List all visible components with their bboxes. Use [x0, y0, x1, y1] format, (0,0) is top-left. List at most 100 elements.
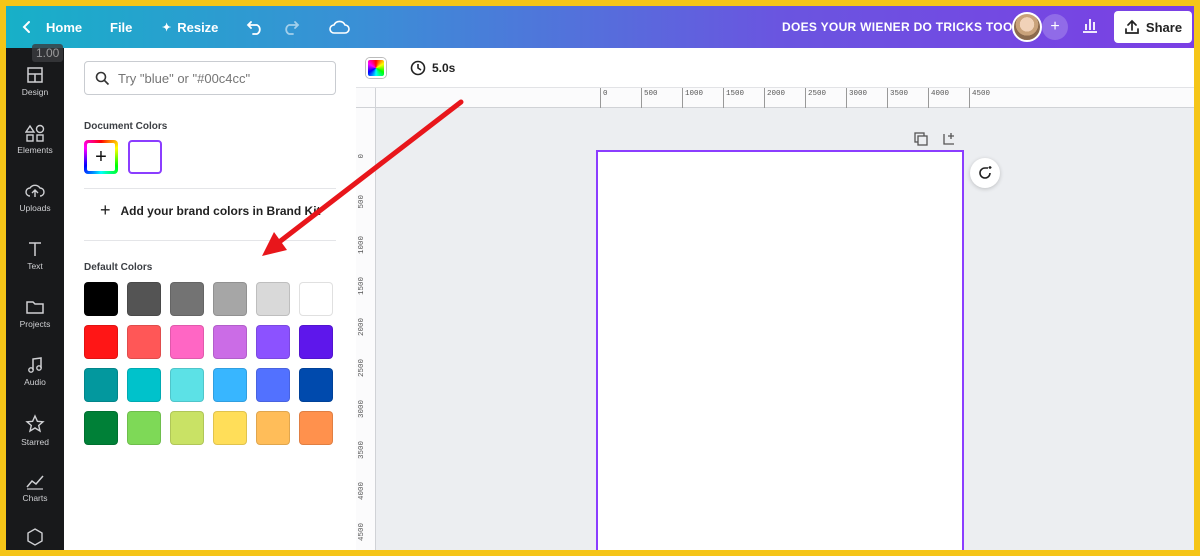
ruler-tick: [805, 88, 806, 108]
ruler-tick: [887, 88, 888, 108]
home-button[interactable]: Home: [20, 6, 82, 48]
ruler-tick-label: 500: [644, 90, 658, 98]
share-label: Share: [1145, 19, 1183, 35]
clock-icon: [410, 60, 426, 76]
music-icon: [28, 357, 42, 373]
star-icon: [25, 414, 45, 433]
ruler-tick-label: 3500: [890, 90, 909, 98]
ruler-horizontal: 0 500 1000 1500 2000 2500 3000 3500 4000 4500: [376, 88, 1194, 108]
ruler-tick: [846, 88, 847, 108]
color-swatch[interactable]: [213, 325, 247, 359]
text-color-button[interactable]: [366, 58, 386, 78]
avatar[interactable]: [1012, 12, 1042, 42]
ruler-tick-label: 2000: [358, 318, 366, 337]
rail-item-audio[interactable]: Audio: [6, 356, 64, 387]
ruler-tick-label: 500: [358, 195, 366, 209]
page-actions: [914, 132, 956, 146]
ruler-tick: [969, 88, 970, 108]
ruler-tick-label: 4000: [931, 90, 950, 98]
ruler-tick: [928, 88, 929, 108]
color-search[interactable]: [84, 61, 336, 95]
ruler-tick-label: 4500: [972, 90, 991, 98]
ruler-tick-label: 4500: [358, 523, 366, 542]
regenerate-button[interactable]: [970, 158, 1000, 188]
rail-label: Uploads: [19, 203, 51, 213]
duplicate-page-icon[interactable]: [914, 132, 928, 146]
rail-item-charts[interactable]: Charts: [6, 472, 64, 503]
color-swatch[interactable]: [213, 368, 247, 402]
redo-icon: [285, 21, 300, 35]
document-colors-title: Document Colors: [84, 121, 168, 132]
color-swatch[interactable]: [84, 282, 118, 316]
color-swatch[interactable]: [299, 411, 333, 445]
ruler-tick: [723, 88, 724, 108]
duration-button[interactable]: 5.0s: [410, 60, 455, 76]
plus-icon: +: [1050, 18, 1060, 35]
rail-item-starred[interactable]: Starred: [6, 414, 64, 447]
color-panel: Document Colors + + Add your brand color…: [64, 48, 356, 550]
resize-label: Resize: [177, 19, 219, 35]
design-page[interactable]: [596, 150, 964, 550]
rail-item-design[interactable]: Design: [6, 66, 64, 97]
rail-item-projects[interactable]: Projects: [6, 298, 64, 329]
color-swatch[interactable]: [299, 282, 333, 316]
add-document-color-button[interactable]: +: [84, 140, 118, 174]
ruler-tick-label: 2500: [808, 90, 827, 98]
rail-label: Elements: [17, 145, 53, 155]
add-collaborator-button[interactable]: +: [1042, 14, 1068, 40]
redo-button[interactable]: [282, 6, 300, 48]
color-swatch[interactable]: [170, 282, 204, 316]
ruler-tick-label: 0: [358, 154, 366, 159]
refresh-sparkle-icon: [979, 166, 992, 179]
workspace: 5.0s 0 500 1000 1500 2000 2500 3000 3500 4000 450…: [356, 48, 1194, 550]
document-color-swatch[interactable]: [128, 140, 162, 174]
color-swatch[interactable]: [127, 411, 161, 445]
zoom-badge: 1.00: [32, 44, 64, 62]
rail-item-elements[interactable]: Elements: [6, 124, 64, 155]
color-swatch[interactable]: [170, 368, 204, 402]
ruler-tick-label: 3500: [358, 441, 366, 460]
color-swatch[interactable]: [127, 325, 161, 359]
ruler-tick-label: 0: [603, 90, 608, 98]
rail-label: Starred: [21, 437, 49, 447]
color-swatch[interactable]: [170, 411, 204, 445]
cloud-save-button[interactable]: [328, 6, 350, 48]
resize-button[interactable]: ✦ Resize: [162, 6, 218, 48]
color-swatch[interactable]: [127, 282, 161, 316]
color-swatch[interactable]: [84, 325, 118, 359]
rail-label: Audio: [24, 377, 46, 387]
add-page-icon[interactable]: [942, 132, 956, 146]
rail-item-uploads[interactable]: Uploads: [6, 182, 64, 213]
file-menu-button[interactable]: File: [110, 6, 132, 48]
color-swatch[interactable]: [84, 368, 118, 402]
ruler-tick-label: 2500: [358, 359, 366, 378]
color-swatch[interactable]: [256, 282, 290, 316]
color-search-input[interactable]: [118, 70, 318, 86]
color-swatch[interactable]: [256, 411, 290, 445]
rail-item-text[interactable]: Text: [6, 240, 64, 271]
ruler-tick: [682, 88, 683, 108]
rail-item-apps[interactable]: [6, 528, 64, 549]
insights-button[interactable]: [1080, 15, 1100, 40]
ruler-tick: [600, 88, 601, 108]
editor-toolbar: 5.0s: [356, 48, 1194, 88]
color-swatch[interactable]: [256, 368, 290, 402]
share-button[interactable]: Share: [1114, 11, 1192, 43]
color-swatch[interactable]: [170, 325, 204, 359]
brand-kit-link[interactable]: + Add your brand colors in Brand Kit: [100, 200, 321, 221]
document-title[interactable]: DOES YOUR WIENER DO TRICKS TOO?: [782, 6, 1020, 48]
color-swatch[interactable]: [256, 325, 290, 359]
color-swatch[interactable]: [84, 411, 118, 445]
color-swatch[interactable]: [213, 282, 247, 316]
rail-label: Design: [21, 87, 49, 97]
color-swatch[interactable]: [213, 411, 247, 445]
folder-icon: [26, 301, 44, 314]
color-swatch[interactable]: [299, 368, 333, 402]
ruler-tick: [764, 88, 765, 108]
undo-button[interactable]: [246, 6, 264, 48]
color-swatch[interactable]: [127, 368, 161, 402]
search-icon: [95, 71, 110, 85]
rail-label: Projects: [19, 319, 51, 329]
chart-icon: [26, 475, 44, 490]
color-swatch[interactable]: [299, 325, 333, 359]
